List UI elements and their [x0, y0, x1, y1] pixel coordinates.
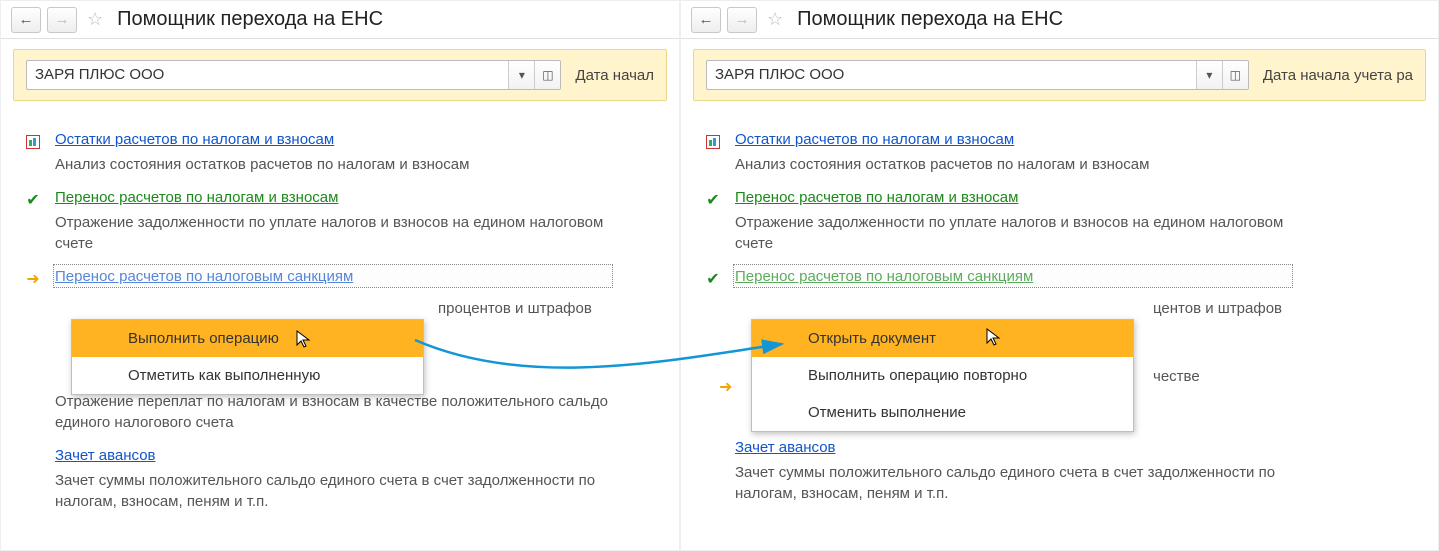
step-transfer-taxes: ✔ Перенос расчетов по налогам и взносам …	[693, 189, 1426, 254]
organization-select[interactable]: ЗАРЯ ПЛЮС ООО ▾ ◫	[706, 60, 1249, 90]
organization-value: ЗАРЯ ПЛЮС ООО	[707, 61, 1196, 89]
step-offset-advances-link[interactable]: Зачет авансов	[55, 447, 156, 464]
nav-back-button[interactable]: ←	[691, 7, 721, 33]
step-balances-link[interactable]: Остатки расчетов по налогам и взносам	[735, 131, 1014, 148]
mouse-cursor-icon	[295, 329, 315, 349]
step-offset-advances: Зачет авансов Зачет суммы положительного…	[13, 447, 667, 512]
steps-list: Остатки расчетов по налогам и взносам Ан…	[681, 107, 1438, 524]
arrow-left-icon: ←	[699, 11, 714, 28]
favorite-star-icon[interactable]: ☆	[87, 9, 103, 30]
date-start-label: Дата начал	[575, 67, 654, 84]
mouse-cursor-icon	[985, 327, 1005, 347]
step-sanctions-desc-fragment2: честве	[1153, 368, 1200, 385]
menu-item-cancel-execution[interactable]: Отменить выполнение	[752, 394, 1133, 431]
menu-item-execute[interactable]: Выполнить операцию	[72, 320, 423, 357]
step-transfer-taxes-desc: Отражение задолженности по уплате налого…	[55, 212, 615, 254]
nav-forward-button: →	[727, 7, 757, 33]
step-offset-advances-desc: Зачет суммы положительного сальдо единог…	[55, 470, 615, 512]
arrow-right-icon: →	[55, 11, 70, 28]
arrow-current-icon: ➜	[719, 377, 732, 397]
step-overpayments-desc: Отражение переплат по налогам и взносам …	[55, 391, 615, 433]
titlebar: ← → ☆ Помощник перехода на ЕНС	[681, 1, 1438, 39]
menu-item-open-document[interactable]: Открыть документ	[752, 320, 1133, 357]
arrow-right-icon: →	[735, 11, 750, 28]
organization-dropdown-button[interactable]: ▾	[1196, 61, 1222, 89]
context-menu: Открыть документ Выполнить операцию повт…	[751, 319, 1134, 432]
step-transfer-taxes: ✔ Перенос расчетов по налогам и взносам …	[13, 189, 667, 254]
arrow-current-icon: ➜	[23, 270, 43, 288]
titlebar: ← → ☆ Помощник перехода на ЕНС	[1, 1, 679, 39]
organization-open-button[interactable]: ◫	[1222, 61, 1248, 89]
date-start-label: Дата начала учета ра	[1263, 67, 1413, 84]
step-transfer-taxes-link[interactable]: Перенос расчетов по налогам и взносам	[735, 189, 1018, 206]
step-balances-desc: Анализ состояния остатков расчетов по на…	[735, 154, 1295, 175]
report-icon	[703, 133, 723, 151]
step-overpayments: Отражение переплат по налогам и взносам …	[13, 391, 667, 433]
organization-value: ЗАРЯ ПЛЮС ООО	[27, 61, 508, 89]
current-step-selection	[53, 264, 613, 288]
step-offset-advances-link[interactable]: Зачет авансов	[735, 439, 836, 456]
organization-open-button[interactable]: ◫	[534, 61, 560, 89]
step-balances: Остатки расчетов по налогам и взносам Ан…	[13, 131, 667, 175]
organization-dropdown-button[interactable]: ▾	[508, 61, 534, 89]
step-transfer-sanctions: ✔ Перенос расчетов по налоговым санкциям…	[693, 268, 1426, 285]
right-pane: ← → ☆ Помощник перехода на ЕНС ЗАРЯ ПЛЮС…	[680, 0, 1439, 551]
menu-item-execute-again[interactable]: Выполнить операцию повторно	[752, 357, 1133, 394]
step-balances-link[interactable]: Остатки расчетов по налогам и взносам	[55, 131, 334, 148]
check-icon: ✔	[23, 191, 43, 209]
context-menu: Выполнить операцию Отметить как выполнен…	[71, 319, 424, 395]
step-transfer-taxes-desc: Отражение задолженности по уплате налого…	[735, 212, 1295, 254]
report-icon	[23, 133, 43, 151]
step-offset-advances-desc: Зачет суммы положительного сальдо единог…	[735, 462, 1295, 504]
step-transfer-sanctions: ➜ Перенос расчетов по налоговым санкциям…	[13, 268, 667, 285]
step-offset-advances: Зачет авансов Зачет суммы положительного…	[693, 439, 1426, 504]
step-sanctions-desc-fragment: процентов и штрафов	[438, 300, 592, 317]
nav-back-button[interactable]: ←	[11, 7, 41, 33]
step-transfer-taxes-link[interactable]: Перенос расчетов по налогам и взносам	[55, 189, 338, 206]
toolbar: ЗАРЯ ПЛЮС ООО ▾ ◫ Дата начала учета ра	[693, 49, 1426, 101]
check-icon: ✔	[703, 191, 723, 209]
step-sanctions-desc-fragment: центов и штрафов	[1153, 300, 1282, 317]
menu-item-mark-done[interactable]: Отметить как выполненную	[72, 357, 423, 394]
page-title: Помощник перехода на ЕНС	[117, 8, 383, 31]
nav-forward-button: →	[47, 7, 77, 33]
steps-list: Остатки расчетов по налогам и взносам Ан…	[1, 107, 679, 532]
step-balances: Остатки расчетов по налогам и взносам Ан…	[693, 131, 1426, 175]
current-step-selection	[733, 264, 1293, 288]
check-icon: ✔	[703, 270, 723, 288]
step-balances-desc: Анализ состояния остатков расчетов по на…	[55, 154, 615, 175]
organization-select[interactable]: ЗАРЯ ПЛЮС ООО ▾ ◫	[26, 60, 561, 90]
toolbar: ЗАРЯ ПЛЮС ООО ▾ ◫ Дата начал	[13, 49, 667, 101]
favorite-star-icon[interactable]: ☆	[767, 9, 783, 30]
page-title: Помощник перехода на ЕНС	[797, 8, 1063, 31]
arrow-left-icon: ←	[19, 11, 34, 28]
left-pane: ← → ☆ Помощник перехода на ЕНС ЗАРЯ ПЛЮС…	[0, 0, 680, 551]
